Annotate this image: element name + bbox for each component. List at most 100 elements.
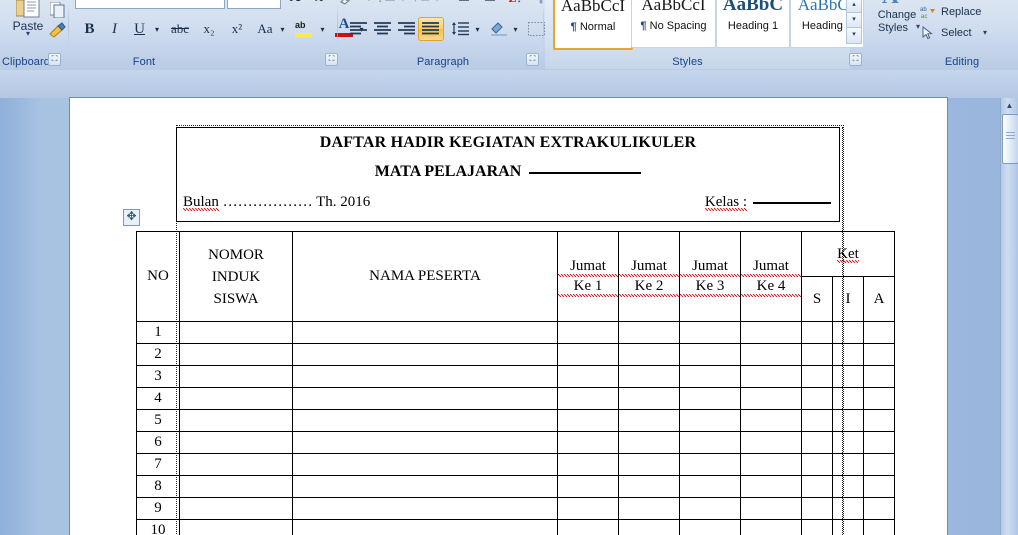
- superscript-button[interactable]: x²: [223, 17, 251, 41]
- cell-jumat-3[interactable]: [679, 321, 741, 344]
- paste-button[interactable]: Paste ▾: [6, 0, 50, 44]
- cell-nis[interactable]: [179, 343, 293, 366]
- cell-jumat-2[interactable]: [618, 409, 680, 432]
- cell-jumat-2[interactable]: [618, 343, 680, 366]
- shrink-font-button[interactable]: A: [307, 0, 331, 8]
- cell-jumat-4[interactable]: [740, 431, 802, 454]
- cell-nis[interactable]: [179, 519, 293, 535]
- vertical-scrollbar[interactable]: ▲: [1000, 98, 1018, 535]
- cell-ket-a[interactable]: [863, 475, 895, 498]
- cell-nama[interactable]: [292, 387, 558, 410]
- document-content[interactable]: DAFTAR HADIR KEGIATAN EXTRAKULIKULER MAT…: [70, 98, 947, 535]
- cell-jumat-2[interactable]: [618, 519, 680, 535]
- cell-nama[interactable]: [292, 321, 558, 344]
- table-row[interactable]: 9: [136, 497, 895, 520]
- cell-jumat-4[interactable]: [740, 387, 802, 410]
- attendance-table[interactable]: NO NOMOR INDUK SISWA NAMA PESERTA Jumat …: [136, 231, 895, 535]
- cell-ket-i[interactable]: [832, 343, 864, 366]
- class-blank-field[interactable]: [753, 202, 831, 204]
- select-button[interactable]: Select ▾: [916, 23, 1008, 45]
- cell-jumat-2[interactable]: [618, 475, 680, 498]
- change-case-arrow[interactable]: ▾: [276, 17, 289, 41]
- subject-blank-field[interactable]: [529, 172, 642, 174]
- paste-dropdown-arrow[interactable]: ▾: [7, 29, 49, 38]
- cell-ket-s[interactable]: [801, 321, 833, 344]
- cell-ket-i[interactable]: [832, 519, 864, 535]
- subscript-button[interactable]: x₂: [195, 17, 223, 41]
- styles-gallery-scroll[interactable]: ▴ ▾ ▾: [846, 0, 862, 44]
- table-row[interactable]: 3: [136, 365, 895, 388]
- cell-ket-s[interactable]: [801, 365, 833, 388]
- cell-nis[interactable]: [179, 497, 293, 520]
- cell-nama[interactable]: [292, 453, 558, 476]
- grow-font-button[interactable]: A: [283, 0, 307, 8]
- cell-ket-a[interactable]: [863, 321, 895, 344]
- cell-jumat-3[interactable]: [679, 409, 741, 432]
- copy-button[interactable]: [48, 0, 70, 22]
- cell-nama[interactable]: [292, 431, 558, 454]
- cell-jumat-3[interactable]: [679, 497, 741, 520]
- style-card-normal[interactable]: AaBbCcI ¶ Normal: [553, 0, 633, 50]
- cell-jumat-1[interactable]: [557, 343, 619, 366]
- text-highlight-button[interactable]: ab: [291, 17, 319, 41]
- replace-button[interactable]: ab ac Replace: [916, 2, 1008, 24]
- scrollbar-thumb[interactable]: [1002, 114, 1018, 164]
- table-row[interactable]: 1: [136, 321, 895, 344]
- bold-button[interactable]: B: [77, 17, 102, 41]
- cell-ket-a[interactable]: [863, 409, 895, 432]
- cell-jumat-1[interactable]: [557, 409, 619, 432]
- cell-ket-i[interactable]: [832, 497, 864, 520]
- table-row[interactable]: 7: [136, 453, 895, 476]
- strikethrough-button[interactable]: abc: [165, 17, 195, 41]
- cell-ket-i[interactable]: [832, 453, 864, 476]
- table-row[interactable]: 10: [136, 519, 895, 535]
- decrease-indent-button[interactable]: [448, 0, 474, 8]
- cell-ket-s[interactable]: [801, 431, 833, 454]
- style-card-no-spacing[interactable]: AaBbCcI ¶ No Spacing: [631, 0, 716, 48]
- cell-jumat-4[interactable]: [740, 365, 802, 388]
- cell-jumat-4[interactable]: [740, 475, 802, 498]
- cell-ket-a[interactable]: [863, 387, 895, 410]
- align-center-button[interactable]: [370, 17, 396, 41]
- cell-nis[interactable]: [179, 321, 293, 344]
- cell-jumat-2[interactable]: [618, 365, 680, 388]
- cell-nama[interactable]: [292, 519, 558, 535]
- cell-ket-i[interactable]: [832, 431, 864, 454]
- table-row[interactable]: 4: [136, 387, 895, 410]
- document-workspace[interactable]: DAFTAR HADIR KEGIATAN EXTRAKULIKULER MAT…: [0, 98, 1018, 535]
- cell-nis[interactable]: [179, 431, 293, 454]
- underline-button[interactable]: U: [127, 17, 152, 41]
- cell-ket-i[interactable]: [832, 321, 864, 344]
- table-row[interactable]: 2: [136, 343, 895, 366]
- cell-ket-s[interactable]: [801, 453, 833, 476]
- table-move-handle[interactable]: ✥: [123, 209, 140, 226]
- cell-jumat-4[interactable]: [740, 343, 802, 366]
- font-size-combobox[interactable]: 12 ▾: [227, 0, 281, 9]
- table-row[interactable]: 5: [136, 409, 895, 432]
- cell-jumat-1[interactable]: [557, 497, 619, 520]
- cell-ket-s[interactable]: [801, 497, 833, 520]
- cell-nis[interactable]: [179, 365, 293, 388]
- scroll-up-arrow[interactable]: ▲: [1002, 99, 1017, 113]
- cell-ket-i[interactable]: [832, 387, 864, 410]
- cell-ket-a[interactable]: [863, 497, 895, 520]
- table-row[interactable]: 8: [136, 475, 895, 498]
- cell-jumat-1[interactable]: [557, 321, 619, 344]
- cell-nama[interactable]: [292, 343, 558, 366]
- cell-jumat-4[interactable]: [740, 409, 802, 432]
- cell-jumat-3[interactable]: [679, 453, 741, 476]
- cell-jumat-2[interactable]: [618, 431, 680, 454]
- cell-nama[interactable]: [292, 497, 558, 520]
- cell-jumat-1[interactable]: [557, 365, 619, 388]
- cell-ket-a[interactable]: [863, 431, 895, 454]
- shading-arrow[interactable]: ▾: [509, 17, 522, 41]
- cell-jumat-3[interactable]: [679, 431, 741, 454]
- highlight-color-arrow[interactable]: ▾: [316, 17, 329, 41]
- format-painter-button[interactable]: [46, 20, 70, 42]
- justify-button[interactable]: [418, 17, 444, 41]
- cell-jumat-3[interactable]: [679, 343, 741, 366]
- cell-ket-a[interactable]: [863, 365, 895, 388]
- increase-indent-button[interactable]: [474, 0, 500, 8]
- styles-dialog-launcher[interactable]: ⛶: [849, 53, 862, 66]
- cell-jumat-1[interactable]: [557, 519, 619, 535]
